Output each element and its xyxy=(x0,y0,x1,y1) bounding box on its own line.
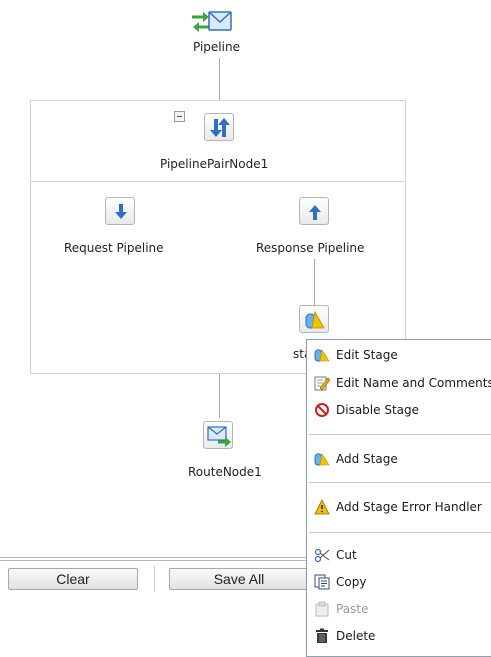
menu-item-add-stage[interactable]: Add Stage xyxy=(307,448,491,470)
paste-icon xyxy=(315,601,329,617)
menu-item-label: Cut xyxy=(336,548,357,562)
stage-icon xyxy=(314,349,330,362)
arrow-down-icon xyxy=(115,204,127,219)
copy-icon xyxy=(314,574,330,590)
warning-icon xyxy=(314,499,330,515)
menu-item-label: Add Stage Error Handler xyxy=(336,500,482,514)
scissors-icon xyxy=(314,548,330,563)
save-all-button[interactable]: Save All xyxy=(169,568,309,590)
menu-item-add-stage-error-handler[interactable]: Add Stage Error Handler xyxy=(307,496,491,518)
pipeline-pair-divider xyxy=(31,181,405,182)
menu-separator xyxy=(309,434,491,435)
menu-item-label: Paste xyxy=(336,602,369,616)
menu-item-paste[interactable]: Paste xyxy=(307,598,491,620)
response-pipeline-button[interactable] xyxy=(299,197,329,225)
menu-item-edit-stage[interactable]: Edit Stage xyxy=(307,344,491,366)
pipeline-pair-node-button[interactable] xyxy=(204,113,234,141)
pipeline-pair-icon xyxy=(210,118,230,137)
menu-item-label: Delete xyxy=(336,629,376,643)
connector-line xyxy=(219,58,220,100)
response-pipeline-label: Response Pipeline xyxy=(256,241,365,255)
collapse-toggle-icon[interactable] xyxy=(174,111,185,122)
route-node-icon xyxy=(207,426,231,447)
stage-icon xyxy=(314,453,330,466)
arrow-up-icon xyxy=(309,205,321,220)
clear-button[interactable]: Clear xyxy=(8,568,138,590)
request-pipeline-label: Request Pipeline xyxy=(64,241,164,255)
request-pipeline-button[interactable] xyxy=(105,197,135,225)
toolbar-top-border xyxy=(0,557,308,558)
menu-item-label: Disable Stage xyxy=(336,403,420,417)
route-node-label: RouteNode1 xyxy=(188,465,262,479)
menu-item-label: Copy xyxy=(336,575,367,589)
toolbar-top-border xyxy=(0,560,308,561)
stage-icon xyxy=(305,310,325,329)
connector-line xyxy=(219,374,220,418)
menu-item-cut[interactable]: Cut xyxy=(307,544,491,566)
pipeline-icon[interactable] xyxy=(190,8,236,38)
menu-item-delete[interactable]: Delete xyxy=(307,625,491,647)
trash-icon xyxy=(316,628,328,643)
menu-item-edit-name-comments[interactable]: Edit Name and Comments xyxy=(307,372,491,394)
pipeline-pair-label: PipelinePairNode1 xyxy=(160,157,269,171)
stage-button[interactable] xyxy=(299,305,329,333)
menu-item-label: Edit Name and Comments xyxy=(336,376,491,390)
menu-separator xyxy=(309,532,491,533)
disable-icon xyxy=(315,403,329,417)
route-node-button[interactable] xyxy=(203,421,233,449)
edit-pencil-icon xyxy=(314,376,330,391)
menu-separator xyxy=(309,482,491,483)
menu-item-label: Add Stage xyxy=(336,452,398,466)
menu-item-disable-stage[interactable]: Disable Stage xyxy=(307,399,491,421)
connector-line xyxy=(314,259,315,305)
menu-item-copy[interactable]: Copy xyxy=(307,571,491,593)
stage-context-menu: Edit Stage Edit Name and Comments Disabl… xyxy=(306,339,491,657)
menu-item-label: Edit Stage xyxy=(336,348,398,362)
toolbar-separator xyxy=(154,566,155,592)
pipeline-label: Pipeline xyxy=(193,40,240,54)
